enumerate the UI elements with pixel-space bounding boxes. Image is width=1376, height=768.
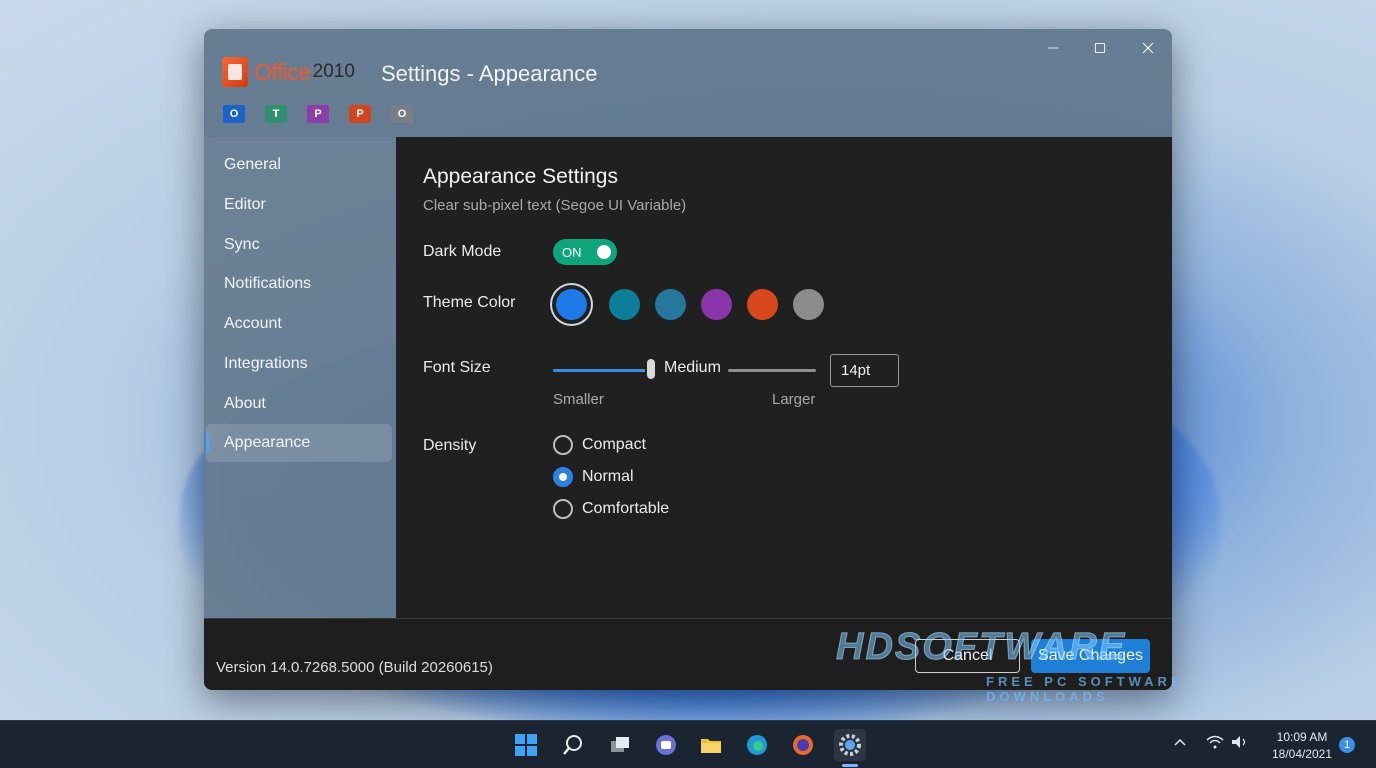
firefox-icon[interactable] [787,729,819,761]
sidebar-item-account[interactable]: Account [206,305,392,343]
toggle-state-text: ON [562,244,582,260]
radio-button[interactable] [553,435,573,455]
taskbar: 10:09 AM 18/04/2021 [0,720,1376,768]
theme-color-swatch[interactable] [655,289,686,320]
maximize-icon[interactable] [1080,35,1120,61]
theme-color-swatches [553,289,839,320]
settings-icon[interactable] [834,729,866,761]
density-option-compact[interactable]: Compact [553,435,646,455]
powerpoint-icon[interactable]: P [349,105,371,123]
density-option-comfortable[interactable]: Comfortable [553,499,669,519]
sidebar-item-label: Sync [224,236,260,253]
clock-time[interactable]: 10:09 AM [1262,730,1342,744]
sidebar-item-about[interactable]: About [206,385,392,423]
density-option-normal[interactable]: Normal [553,467,634,487]
office-logo-icon [222,57,248,87]
sidebar-item-label: About [224,395,266,412]
radio-button[interactable] [553,499,573,519]
search-icon[interactable] [557,729,589,761]
task-view-icon[interactable] [604,729,636,761]
sidebar-item-label: Appearance [224,434,311,451]
sidebar-item-label: Notifications [224,275,312,292]
theme-color-swatch[interactable] [747,289,778,320]
theme-color-swatch[interactable] [609,289,640,320]
radio-button[interactable] [553,467,573,487]
settings-window: Office 2010 Settings - Appearance OTPPO … [204,29,1172,690]
dark-mode-toggle[interactable]: ON [553,239,617,265]
publisher-icon[interactable]: P [307,105,329,123]
font-size-input[interactable] [830,354,899,387]
office-icon[interactable]: O [391,105,413,123]
office-logo: Office 2010 [222,57,355,87]
font-size-label: Font Size [423,359,491,376]
office-logo-word: Office [254,58,311,85]
sidebar-item-appearance[interactable]: Appearance [206,424,392,462]
sidebar-item-label: General [224,156,281,173]
title-bar: Office 2010 Settings - Appearance O T P P O [204,29,1172,137]
sidebar-item-label: Integrations [224,355,308,372]
clock-date[interactable]: 18/04/2021 [1262,747,1342,761]
chevron-up-icon[interactable] [1173,735,1187,752]
edge-icon[interactable] [741,729,773,761]
app-icon-strip: OTPPO [223,105,413,123]
active-app-indicator [842,764,858,767]
section-title: Appearance Settings [423,165,618,188]
font-size-slider-thumb[interactable] [647,359,655,379]
version-text: Version 14.0.7268.5000 (Build 20260615) [216,659,493,676]
file-explorer-icon[interactable] [695,729,727,761]
minimize-icon[interactable] [1033,35,1073,61]
notification-badge[interactable]: 1 [1339,737,1355,753]
slider-max-label: Larger [772,391,816,408]
cancel-button[interactable]: Cancel [915,639,1020,673]
window-footer: Version 14.0.7268.5000 (Build 20260615) … [204,618,1172,690]
save-changes-button[interactable]: Save Changes [1031,639,1150,673]
section-subtitle: Clear sub-pixel text (Segoe UI Variable) [423,197,687,214]
font-size-slider-track[interactable] [728,369,816,372]
sidebar-item-notifications[interactable]: Notifications [206,265,392,303]
teams-icon[interactable]: T [265,105,287,123]
chat-icon[interactable] [650,729,682,761]
theme-color-swatch[interactable] [701,289,732,320]
sidebar-item-label: Account [224,315,282,332]
theme-color-label: Theme Color [423,294,516,311]
sidebar-item-sync[interactable]: Sync [206,226,392,264]
font-size-current-label: Medium [664,359,721,376]
settings-sidebar: General Editor Sync Notifications Accoun… [204,137,396,618]
theme-color-swatch[interactable] [793,289,824,320]
appearance-panel: Appearance Settings Clear sub-pixel text… [396,137,1172,618]
window-title: Settings - Appearance [381,61,598,86]
font-size-slider-fill[interactable] [553,369,649,372]
radio-label: Comfortable [582,500,670,517]
outlook-icon[interactable]: O [223,105,245,123]
volume-icon[interactable] [1231,735,1249,752]
close-icon[interactable] [1128,35,1168,61]
slider-min-label: Smaller [553,391,604,408]
office-logo-year: 2010 [312,61,355,82]
toggle-knob [597,245,611,259]
sidebar-item-label: Editor [224,196,266,213]
sidebar-item-editor[interactable]: Editor [206,186,392,224]
sidebar-item-integrations[interactable]: Integrations [206,345,392,383]
density-label: Density [423,437,477,454]
sidebar-item-general[interactable]: General [206,146,392,184]
dark-mode-label: Dark Mode [423,243,502,260]
radio-label: Normal [582,468,634,485]
theme-color-swatch[interactable] [556,289,587,320]
radio-label: Compact [582,436,647,453]
wifi-icon[interactable] [1206,735,1224,752]
windows-start-icon[interactable] [510,729,542,761]
